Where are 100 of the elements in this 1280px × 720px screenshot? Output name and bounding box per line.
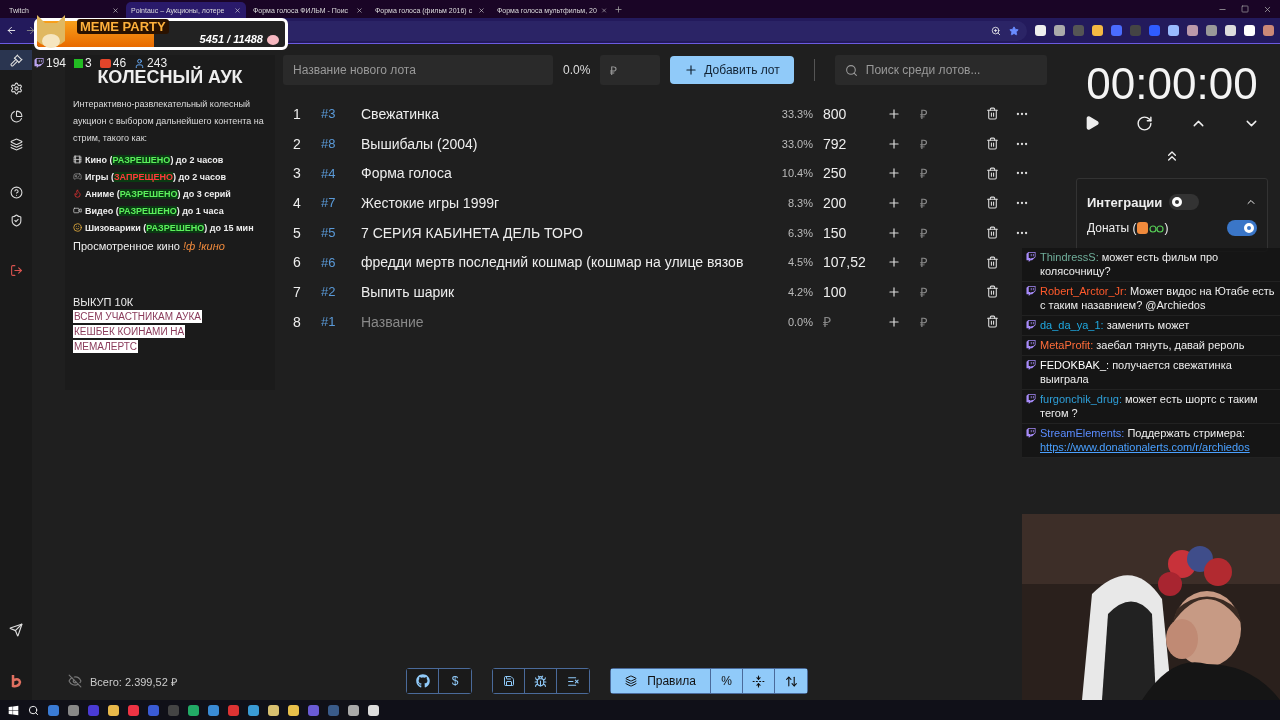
- progress-text: 5451 / 11488: [199, 33, 263, 45]
- currency-text[interactable]: ₽: [909, 282, 939, 301]
- search-icon[interactable]: [28, 704, 39, 716]
- badge-icon: [1026, 360, 1036, 370]
- send-icon[interactable]: [9, 623, 23, 637]
- extension-icon[interactable]: [1054, 25, 1065, 36]
- app-icon[interactable]: [288, 704, 299, 716]
- currency-text[interactable]: ₽: [909, 253, 939, 272]
- extension-icon[interactable]: [1225, 25, 1236, 36]
- close-icon[interactable]: [478, 6, 485, 14]
- extension-icon[interactable]: [1092, 25, 1103, 36]
- pie-chart-icon[interactable]: [9, 109, 23, 123]
- compress-icon[interactable]: [752, 674, 765, 688]
- extension-icon[interactable]: [1187, 25, 1198, 36]
- rules-icon[interactable]: [625, 675, 638, 687]
- app-icon[interactable]: [368, 704, 379, 716]
- extension-icon[interactable]: [1263, 25, 1274, 36]
- currency-text[interactable]: ₽: [909, 134, 939, 153]
- badge-icon: [1026, 428, 1036, 438]
- star-icon[interactable]: [1009, 25, 1019, 36]
- app-icon[interactable]: [248, 704, 259, 716]
- extension-icon[interactable]: [1035, 25, 1046, 36]
- lot-amount[interactable]: 250: [813, 165, 873, 182]
- save-button[interactable]: [493, 669, 525, 693]
- currency-text[interactable]: ₽: [909, 312, 939, 331]
- lot-amount[interactable]: 150: [813, 224, 873, 241]
- lot-amount[interactable]: 107,52: [813, 254, 873, 271]
- lot-amount[interactable]: 792: [813, 135, 873, 152]
- rules-button[interactable]: Правила: [611, 669, 711, 693]
- lot-amount[interactable]: 100: [813, 283, 873, 300]
- lot-id: #3: [320, 106, 337, 122]
- gavel-icon[interactable]: [9, 53, 23, 67]
- currency-text[interactable]: ₽: [909, 223, 939, 242]
- close-icon[interactable]: [234, 6, 241, 14]
- lot-name[interactable]: Свежатинка: [361, 105, 773, 122]
- donation-link[interactable]: https://www.donationalerts.com/r/archiedos: [1040, 440, 1276, 454]
- lot-name-field[interactable]: Название нового лота: [283, 55, 553, 85]
- settings-icon[interactable]: [9, 81, 23, 95]
- add-lot-button[interactable]: Добавить лот: [670, 56, 794, 84]
- reset-icon[interactable]: [1136, 115, 1154, 132]
- lot-amount[interactable]: 800: [813, 105, 873, 122]
- extension-icon[interactable]: [1206, 25, 1217, 36]
- bug-button[interactable]: [525, 669, 557, 693]
- lot-amount[interactable]: ₽: [813, 312, 873, 332]
- shield-icon[interactable]: [9, 213, 23, 227]
- badge-icon: [1026, 286, 1036, 296]
- close-icon[interactable]: [600, 6, 607, 14]
- start-icon[interactable]: [8, 704, 19, 716]
- help-icon[interactable]: [9, 185, 23, 199]
- row-number: 6: [292, 254, 302, 271]
- lot-percent: 33.0%: [780, 137, 813, 150]
- close-icon[interactable]: [356, 6, 363, 14]
- new-tab-icon[interactable]: [614, 4, 623, 14]
- lot-name[interactable]: фредди мертв последний кошмар (кошмар на улице вязов: [361, 254, 773, 271]
- lot-id: #1: [320, 314, 337, 330]
- sidebar-button[interactable]: [0, 50, 32, 70]
- search-field[interactable]: Поиск среди лотов...: [834, 55, 1047, 85]
- lot-amount[interactable]: 200: [813, 194, 873, 211]
- app-icon[interactable]: [268, 704, 279, 716]
- currency-text[interactable]: ₽: [909, 104, 939, 123]
- layers-icon[interactable]: [9, 137, 23, 151]
- donations-toggle[interactable]: [1227, 220, 1257, 236]
- github-button[interactable]: [407, 669, 439, 693]
- save-icon[interactable]: [502, 675, 515, 687]
- maximize-icon[interactable]: [1241, 5, 1249, 13]
- back-icon[interactable]: [6, 25, 17, 36]
- forward-icon[interactable]: [25, 25, 36, 36]
- bug-icon[interactable]: [534, 674, 547, 688]
- app-icon[interactable]: [188, 704, 199, 716]
- lot-name[interactable]: Выпить шарик: [361, 283, 773, 300]
- app-icon[interactable]: [108, 704, 119, 716]
- github-icon[interactable]: [415, 674, 430, 688]
- lot-name[interactable]: Жестокие игры 1999г: [361, 194, 773, 211]
- sort-button[interactable]: [775, 669, 807, 693]
- donate-button[interactable]: $: [439, 669, 471, 693]
- lot-name[interactable]: 7 СЕРИЯ КАБИНЕТА ДЕЛЬ ТОРО: [361, 224, 773, 241]
- lot-name[interactable]: Название: [361, 313, 773, 330]
- extension-icon[interactable]: [1168, 25, 1179, 36]
- amount-field[interactable]: ₽: [600, 55, 661, 85]
- close-icon[interactable]: [1263, 4, 1272, 14]
- lot-name[interactable]: Форма голоса: [361, 165, 773, 182]
- close-icon[interactable]: [112, 6, 119, 14]
- compress-button[interactable]: [743, 669, 775, 693]
- currency-text[interactable]: ₽: [909, 164, 939, 183]
- logo-icon[interactable]: [10, 674, 22, 688]
- app-icon[interactable]: [348, 704, 359, 716]
- lot-name[interactable]: Вышибалы (2004): [361, 135, 773, 152]
- hide-icon[interactable]: [68, 674, 82, 688]
- integrations-toggle[interactable]: [1168, 194, 1199, 210]
- percent-button[interactable]: %: [711, 669, 743, 693]
- plus-icon[interactable]: [684, 63, 699, 77]
- clear-button[interactable]: [557, 669, 589, 693]
- currency-text[interactable]: ₽: [909, 193, 939, 212]
- badge-icon: [1026, 320, 1036, 330]
- clear-list-icon[interactable]: [566, 674, 580, 688]
- zoom-icon[interactable]: [991, 25, 1001, 36]
- play-icon[interactable]: [1084, 115, 1100, 131]
- extension-icon[interactable]: [1244, 25, 1255, 36]
- logout-icon[interactable]: [9, 263, 23, 277]
- sort-icon[interactable]: [784, 674, 798, 688]
